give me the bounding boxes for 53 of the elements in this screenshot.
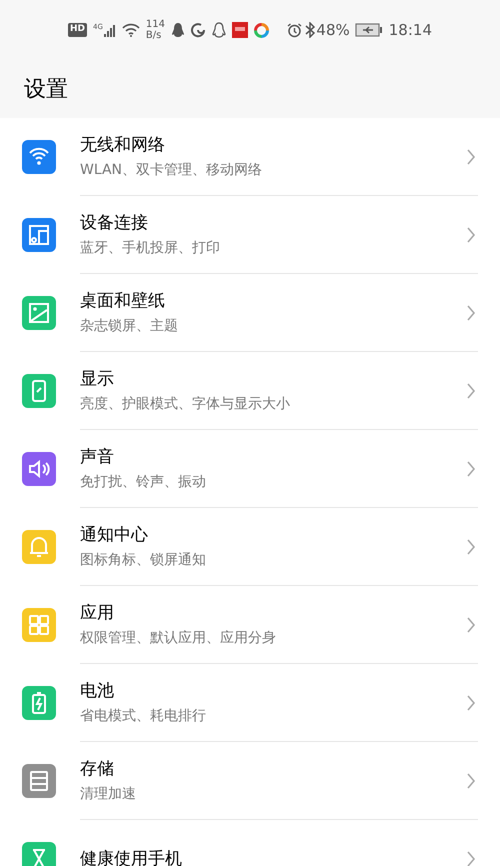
wifi-icon — [122, 23, 140, 37]
item-title: 设备连接 — [80, 212, 148, 234]
signal-icon — [104, 23, 116, 37]
chevron-icon — [466, 382, 476, 400]
settings-item[interactable]: 设备连接 蓝牙、手机投屏、打印 — [0, 196, 500, 274]
chevron-icon — [466, 226, 476, 244]
item-subtitle: 免打扰、铃声、振动 — [80, 472, 206, 492]
chevron-icon — [466, 772, 476, 790]
item-title: 存储 — [80, 758, 114, 780]
battery-percent: 48% — [316, 20, 350, 41]
chevron-icon — [466, 538, 476, 556]
alarm-icon — [287, 22, 302, 38]
item-subtitle: 蓝牙、手机投屏、打印 — [80, 238, 220, 258]
clock: 18:14 — [388, 20, 432, 41]
item-title: 电池 — [80, 680, 114, 702]
item-subtitle: 图标角标、锁屏通知 — [80, 550, 206, 570]
settings-item[interactable]: 声音 免打扰、铃声、振动 — [0, 430, 500, 508]
settings-item[interactable]: 存储 清理加速 — [0, 742, 500, 820]
chevron-icon — [466, 850, 476, 866]
chevron-icon — [466, 304, 476, 322]
chevron-icon — [466, 148, 476, 166]
settings-item[interactable]: 显示 亮度、护眼模式、字体与显示大小 — [0, 352, 500, 430]
app-icon — [232, 22, 248, 38]
item-subtitle: 省电模式、耗电排行 — [80, 706, 206, 726]
page-title: 设置 — [24, 76, 68, 104]
item-title: 应用 — [80, 602, 114, 624]
penguin-icon — [171, 22, 185, 38]
chevron-icon — [466, 460, 476, 478]
item-subtitle: WLAN、双卡管理、移动网络 — [80, 160, 262, 180]
penguin-outline-icon — [212, 22, 226, 38]
item-title: 声音 — [80, 446, 114, 468]
ring-icon — [254, 22, 269, 38]
item-title: 显示 — [80, 368, 114, 390]
swirl-icon — [191, 22, 206, 38]
item-title: 桌面和壁纸 — [80, 290, 165, 312]
item-subtitle: 权限管理、默认应用、应用分身 — [80, 628, 276, 648]
network-speed: 114 — [146, 19, 165, 30]
battery-charging-icon — [354, 23, 383, 37]
chevron-icon — [466, 616, 476, 634]
settings-item[interactable]: 电池 省电模式、耗电排行 — [0, 664, 500, 742]
hd-indicator: HD — [68, 23, 88, 37]
item-title: 通知中心 — [80, 524, 148, 546]
item-subtitle: 杂志锁屏、主题 — [80, 316, 178, 336]
settings-item[interactable]: 无线和网络 WLAN、双卡管理、移动网络 — [0, 118, 500, 196]
settings-item[interactable]: 应用 权限管理、默认应用、应用分身 — [0, 586, 500, 664]
settings-item[interactable]: 桌面和壁纸 杂志锁屏、主题 — [0, 274, 500, 352]
speed-unit: B/s — [146, 30, 162, 41]
item-subtitle: 清理加速 — [80, 784, 136, 804]
settings-item[interactable]: 通知中心 图标角标、锁屏通知 — [0, 508, 500, 586]
bluetooth-icon — [305, 22, 316, 38]
item-subtitle: 亮度、护眼模式、字体与显示大小 — [80, 394, 290, 414]
item-title: 无线和网络 — [80, 134, 165, 156]
chevron-icon — [466, 694, 476, 712]
